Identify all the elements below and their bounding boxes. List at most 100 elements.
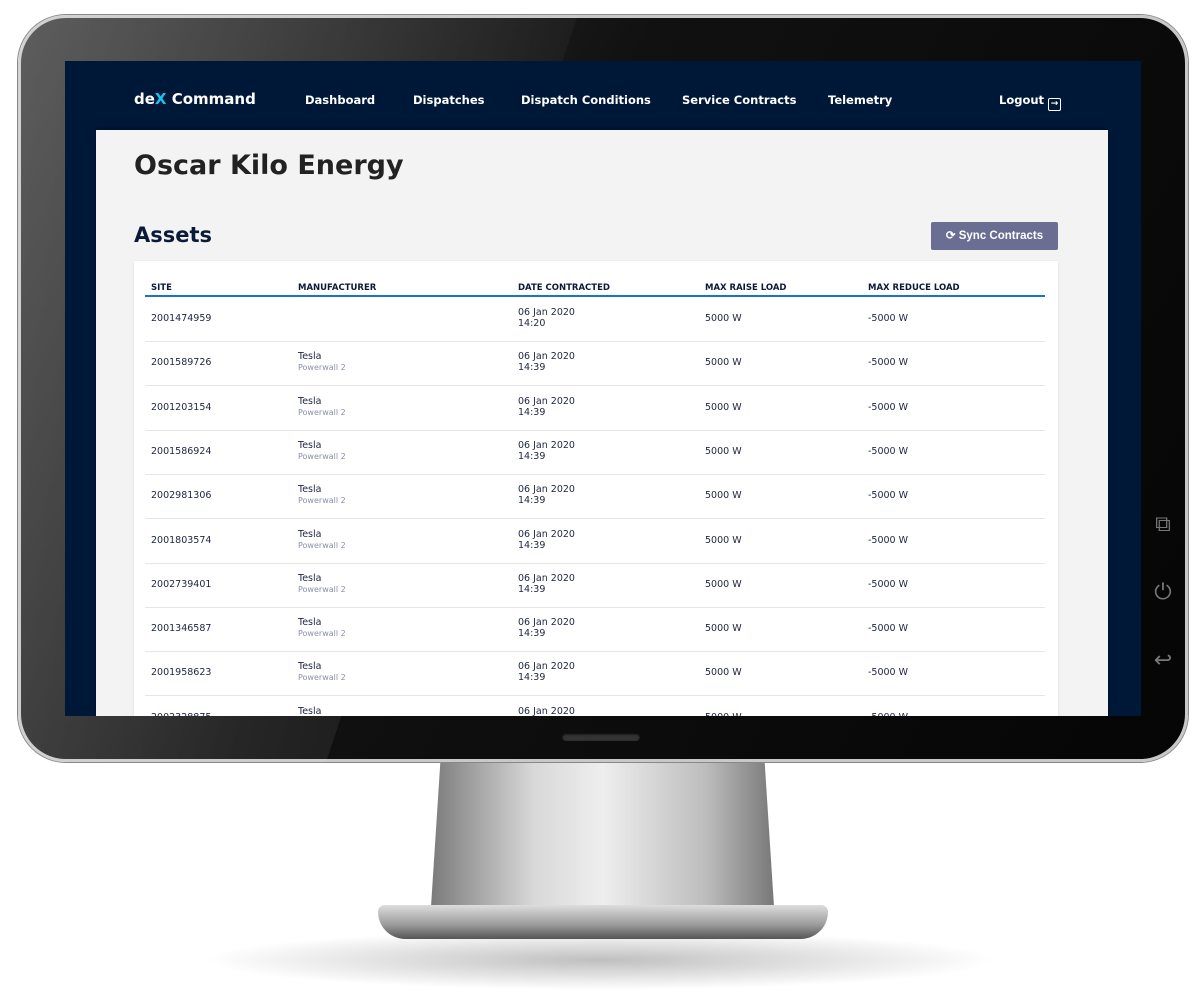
site-id: 2001589726 bbox=[151, 357, 212, 369]
nav-service-contracts[interactable]: Service Contracts bbox=[682, 93, 796, 107]
max-raise-load: 5000 W bbox=[705, 490, 742, 502]
manufacturer: TeslaPowerwall 2 bbox=[298, 661, 346, 682]
logo[interactable]: deX Command bbox=[134, 90, 256, 108]
date: 06 Jan 2020 bbox=[518, 572, 575, 584]
nav-dispatches[interactable]: Dispatches bbox=[413, 93, 484, 107]
date-contracted: 06 Jan 202014:39 bbox=[518, 351, 575, 373]
table-row[interactable]: 2002328875 TeslaPowerwall 2 06 Jan 20201… bbox=[145, 697, 1045, 716]
logout-label: Logout bbox=[999, 93, 1045, 107]
max-raise-load: 5000 W bbox=[705, 357, 742, 369]
manufacturer-name: Tesla bbox=[298, 484, 322, 496]
back-icon: ↩ bbox=[1153, 648, 1173, 673]
header-max-raise-load: MAX RAISE LOAD bbox=[705, 283, 787, 293]
table-header: SITE MANUFACTURER DATE CONTRACTED MAX RA… bbox=[145, 281, 1045, 297]
header-manufacturer: MANUFACTURER bbox=[298, 283, 377, 293]
table-row[interactable]: 2001803574 Tesla Powerwall 2 06 Jan 2020 1… bbox=[145, 520, 1045, 564]
max-raise-load: 5000 W bbox=[705, 712, 742, 716]
time: 14:39 bbox=[518, 362, 546, 374]
time: 14:39 bbox=[518, 672, 546, 684]
date-contracted: 06 Jan 202014:39 bbox=[518, 661, 575, 683]
time: 14:39 bbox=[518, 583, 546, 595]
manufacturer: TeslaPowerwall 2 bbox=[298, 396, 346, 417]
model-name: Powerwall 2 bbox=[298, 496, 346, 506]
logo-suffix: Command bbox=[166, 90, 256, 108]
max-raise-load: 5000 W bbox=[705, 578, 742, 590]
nav-dashboard[interactable]: Dashboard bbox=[305, 93, 375, 107]
table-row[interactable]: 2001586924 Tesla Powerwall 2 06 Jan 2020 1… bbox=[145, 431, 1045, 475]
date-contracted: 06 Jan 202014:39 bbox=[518, 617, 575, 639]
max-reduce-load: -5000 W bbox=[868, 357, 909, 369]
date: 06 Jan 2020 bbox=[518, 307, 575, 318]
model-name: Powerwall 2 bbox=[298, 673, 346, 683]
sync-label: Sync Contracts bbox=[958, 230, 1044, 242]
stand-shadow bbox=[200, 930, 1000, 990]
nav-dispatch-conditions[interactable]: Dispatch Conditions bbox=[521, 93, 651, 107]
max-reduce-load: -5000 W bbox=[868, 623, 909, 635]
manufacturer: TeslaPowerwall 2 bbox=[298, 351, 346, 372]
date-contracted: 06 Jan 202014:39 bbox=[518, 573, 575, 595]
site-id: 2001958623 bbox=[151, 667, 212, 679]
site-id: 2001586924 bbox=[151, 445, 212, 457]
table-row[interactable]: 2001589726 Tesla Powerwall 2 06 Jan 2020 1… bbox=[145, 342, 1045, 387]
logo-x: X bbox=[154, 90, 167, 108]
logo-prefix: de bbox=[134, 90, 155, 108]
screen: deX Command Dashboard Dispatches Dispatc… bbox=[65, 61, 1141, 716]
top-nav: deX Command Dashboard Dispatches Dispatc… bbox=[65, 61, 1141, 130]
model-name: Powerwall 2 bbox=[298, 407, 346, 417]
time: 14:39 bbox=[518, 450, 546, 462]
date-contracted: 06 Jan 202014:39 bbox=[518, 529, 575, 551]
side-buttons: ⧉ ⏻ ↩ bbox=[1150, 512, 1176, 716]
max-reduce-load: -5000 W bbox=[868, 445, 909, 457]
header-date-contracted: DATE CONTRACTED bbox=[518, 283, 610, 293]
manufacturer: TeslaPowerwall 2 bbox=[298, 573, 346, 594]
site-id: 2002328875 bbox=[151, 712, 211, 716]
table-row[interactable]: 2001346587 Tesla Powerwall 2 06 Jan 2020 1… bbox=[145, 608, 1045, 653]
date: 06 Jan 2020 bbox=[518, 705, 575, 716]
manufacturer-name: Tesla bbox=[298, 528, 322, 540]
date: 06 Jan 2020 bbox=[518, 395, 575, 407]
windows-icon: ⧉ bbox=[1155, 512, 1171, 537]
monitor-stand bbox=[430, 762, 775, 922]
table-row[interactable]: 2001474959 06 Jan 2020 14:20 5000 W -5000… bbox=[145, 298, 1045, 342]
time: 14:39 bbox=[518, 495, 546, 507]
time: 14:39 bbox=[518, 406, 546, 418]
nav-telemetry[interactable]: Telemetry bbox=[828, 93, 892, 107]
date-contracted: 06 Jan 202014:39 bbox=[518, 706, 575, 716]
sync-contracts-button[interactable]: ⟳ Sync Contracts bbox=[931, 222, 1058, 250]
table-row[interactable]: 2002739401 Tesla Powerwall 2 06 Jan 2020 1… bbox=[145, 564, 1045, 608]
sync-icon: ⟳ bbox=[945, 230, 959, 242]
time: 14:39 bbox=[518, 628, 546, 640]
max-reduce-load: -5000 W bbox=[868, 401, 909, 413]
max-raise-load: 5000 W bbox=[705, 445, 742, 457]
date: 06 Jan 2020 bbox=[518, 528, 575, 540]
max-raise-load: 5000 W bbox=[705, 313, 742, 324]
max-raise-load: 5000 W bbox=[705, 401, 742, 413]
time: 14:39 bbox=[518, 539, 546, 551]
site-id: 2001803574 bbox=[151, 534, 212, 546]
manufacturer-name: Tesla bbox=[298, 705, 322, 716]
date: 06 Jan 2020 bbox=[518, 661, 575, 673]
date: 06 Jan 2020 bbox=[518, 617, 575, 629]
site-id: 2001203154 bbox=[151, 401, 212, 413]
section-title: Assets bbox=[134, 223, 213, 247]
assets-table: SITE MANUFACTURER DATE CONTRACTED MAX RA… bbox=[134, 261, 1058, 716]
logout-button[interactable]: Logout → bbox=[999, 93, 1062, 111]
site-id: 2001346587 bbox=[151, 623, 212, 635]
max-raise-load: 5000 W bbox=[705, 534, 742, 546]
table-row[interactable]: 2001203154 Tesla Powerwall 2 06 Jan 2020 1… bbox=[145, 387, 1045, 431]
monitor-base bbox=[378, 905, 828, 939]
table-row[interactable]: 2001958623 Tesla Powerwall 2 06 Jan 2020 1… bbox=[145, 652, 1045, 697]
max-reduce-load: -5000 W bbox=[868, 313, 909, 324]
site-id: 2002981306 bbox=[151, 490, 212, 502]
max-reduce-load: -5000 W bbox=[868, 578, 909, 590]
manufacturer-name: Tesla bbox=[298, 395, 322, 407]
manufacturer: TeslaPowerwall 2 bbox=[298, 529, 346, 550]
table-row[interactable]: 2002981306 Tesla Powerwall 2 06 Jan 2020 1… bbox=[145, 475, 1045, 520]
power-icon: ⏻ bbox=[1154, 580, 1172, 605]
manufacturer: TeslaPowerwall 2 bbox=[298, 440, 346, 461]
date: 06 Jan 2020 bbox=[518, 484, 575, 496]
page-title: Oscar Kilo Energy bbox=[134, 150, 404, 181]
model-name: Powerwall 2 bbox=[298, 451, 346, 461]
model-name: Powerwall 2 bbox=[298, 584, 346, 594]
manufacturer-name: Tesla bbox=[298, 439, 322, 451]
